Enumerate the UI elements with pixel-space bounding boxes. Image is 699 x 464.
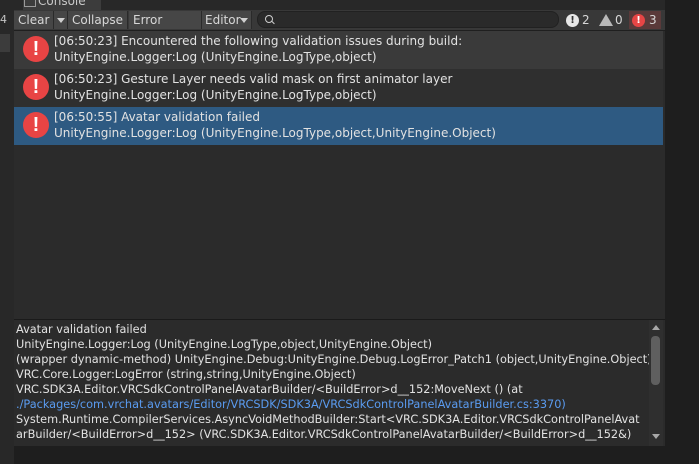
- log-entry-message: [06:50:23] Encountered the following val…: [54, 34, 463, 48]
- left-panel-edge: 4: [0, 0, 14, 464]
- log-list: ! [06:50:23] Encountered the following v…: [14, 31, 665, 319]
- error-count-icon: !: [632, 14, 645, 27]
- detail-line: (wrapper dynamic-method) UnityEngine.Deb…: [16, 353, 652, 366]
- log-entry-message: [06:50:23] Gesture Layer needs valid mas…: [54, 72, 453, 86]
- scroll-thumb[interactable]: [651, 336, 660, 385]
- detail-line: Avatar validation failed: [16, 323, 147, 336]
- clear-options-dropdown[interactable]: [54, 11, 68, 29]
- search-icon: [265, 15, 273, 23]
- error-count: 3: [649, 13, 657, 27]
- tab-bar: Console: [14, 0, 665, 10]
- editor-dropdown-label: Editor: [205, 13, 241, 27]
- editor-dropdown[interactable]: Editor: [202, 11, 252, 29]
- log-entry[interactable]: ! [06:50:23] Encountered the following v…: [14, 31, 663, 69]
- left-panel-bar: [0, 34, 10, 52]
- warning-count: 0: [615, 13, 623, 27]
- collapse-button[interactable]: Collapse: [68, 11, 128, 29]
- info-count: 2: [582, 13, 590, 27]
- error-pause-button[interactable]: Error Pause: [129, 11, 202, 45]
- error-toggle[interactable]: ! 3: [629, 11, 661, 29]
- log-entry-stack: UnityEngine.Logger:Log (UnityEngine.LogT…: [54, 50, 377, 64]
- scroll-down-icon[interactable]: [652, 434, 660, 439]
- log-entry-selected[interactable]: ! [06:50:55] Avatar validation failed Un…: [14, 107, 663, 145]
- scroll-up-icon[interactable]: [652, 325, 660, 330]
- tab-console-label: Console: [38, 0, 86, 8]
- detail-line: System.Runtime.CompilerServices.AsyncVoi…: [16, 413, 640, 426]
- right-panel-edge: [665, 0, 699, 464]
- stack-trace-panel: Avatar validation failed UnityEngine.Log…: [14, 320, 665, 446]
- detail-line: VRC.Core.Logger:LogError (string,string,…: [16, 368, 356, 381]
- detail-line: arBuilder/<BuildError>d__152> (VRC.SDK3A…: [16, 428, 632, 441]
- log-entry-stack: UnityEngine.Logger:Log (UnityEngine.LogT…: [54, 88, 377, 102]
- warning-icon: [599, 14, 613, 26]
- console-toolbar: Clear Collapse Error Pause Editor ! 2 0 …: [14, 10, 665, 45]
- detail-line: VRC.SDK3A.Editor.VRCSdkControlPanelAvata…: [16, 383, 523, 396]
- detail-scrollbar[interactable]: [649, 320, 663, 446]
- log-entry-message: [06:50:55] Avatar validation failed: [54, 110, 260, 124]
- search-input[interactable]: [257, 11, 559, 28]
- clear-button[interactable]: Clear: [14, 11, 54, 29]
- chevron-down-icon: [240, 18, 248, 23]
- info-icon: !: [566, 14, 579, 27]
- console-icon: [24, 0, 36, 7]
- error-icon: !: [23, 112, 49, 138]
- detail-line: UnityEngine.Logger:Log (UnityEngine.LogT…: [16, 338, 433, 351]
- error-icon: !: [23, 36, 49, 62]
- source-file-link[interactable]: ./Packages/com.vrchat.avatars/Editor/VRC…: [16, 398, 566, 411]
- side-number: 4: [0, 13, 7, 26]
- error-icon: !: [23, 74, 49, 100]
- log-entry[interactable]: ! [06:50:23] Gesture Layer needs valid m…: [14, 69, 663, 107]
- log-entry-stack: UnityEngine.Logger:Log (UnityEngine.LogT…: [54, 126, 496, 140]
- bottom-bar: [14, 446, 665, 464]
